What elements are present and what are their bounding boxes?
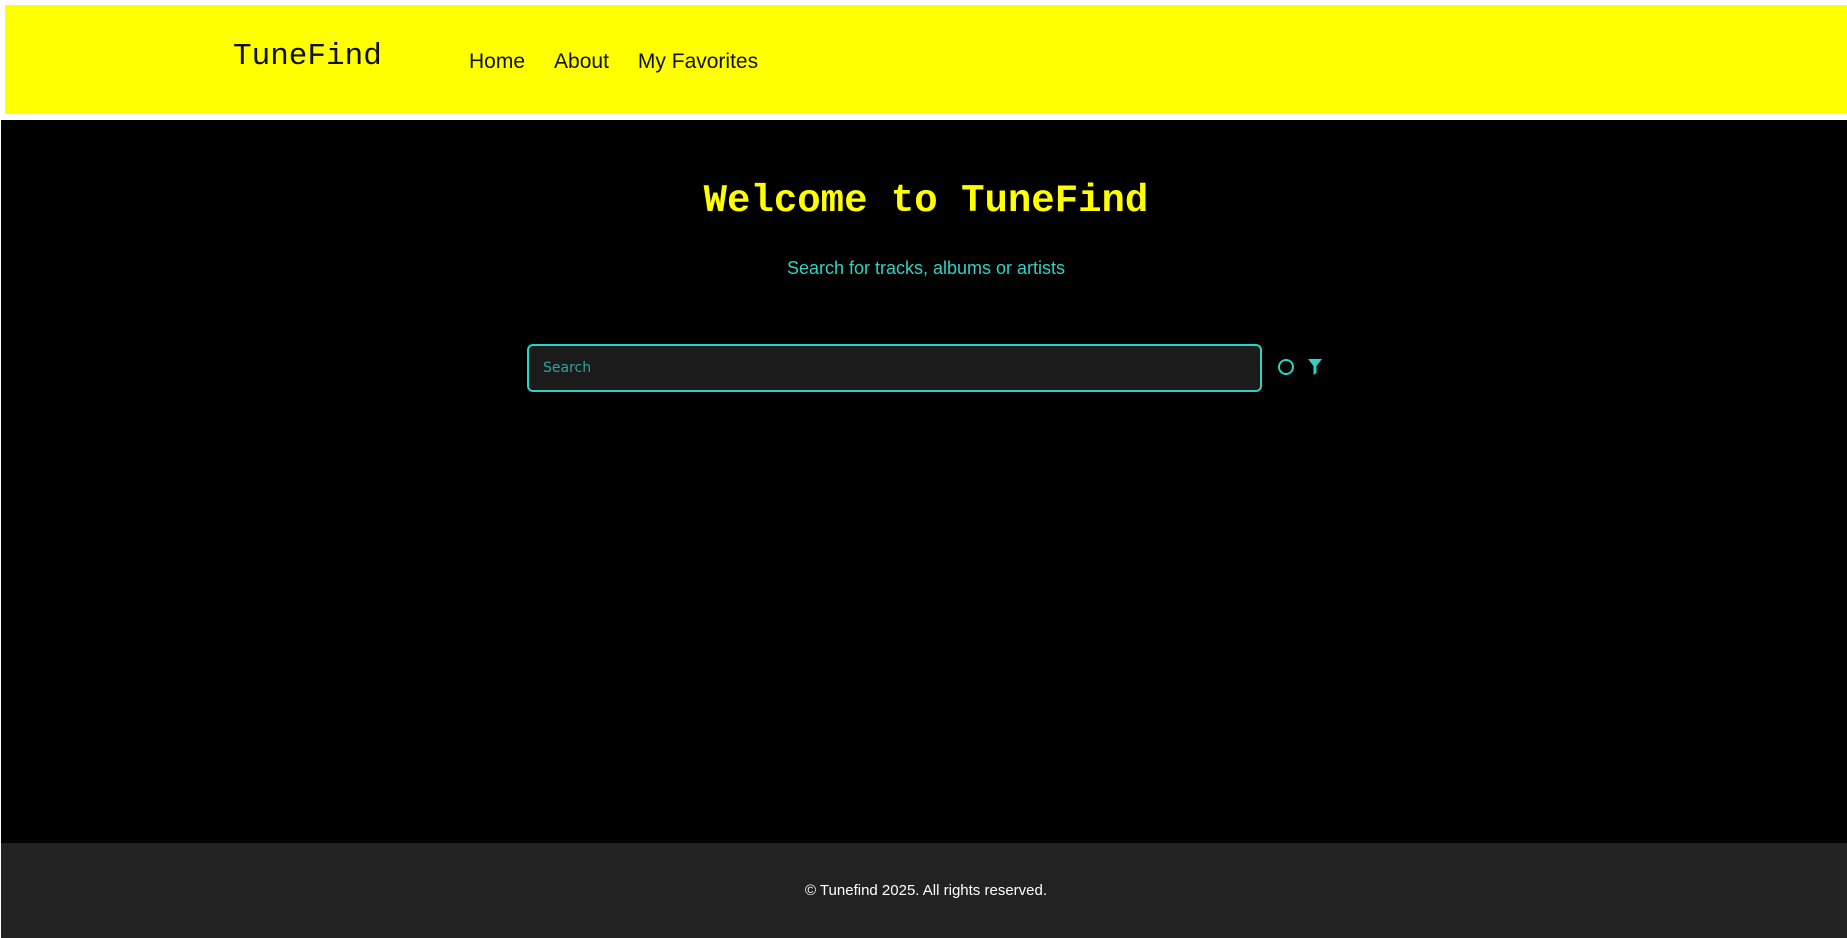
nav-about-link[interactable]: About [554, 49, 609, 74]
nav-home-link[interactable]: Home [469, 49, 525, 74]
main-nav: Home About My Favorites [469, 49, 758, 74]
header-bar: TuneFind Home About My Favorites [5, 5, 1847, 114]
filter-icon[interactable] [1307, 358, 1323, 376]
footer: © Tunefind 2025. All rights reserved. [1, 843, 1847, 938]
page-subtitle: Search for tracks, albums or artists [786, 258, 1066, 278]
nav-favorites-link[interactable]: My Favorites [638, 49, 758, 74]
header: TuneFind Home About My Favorites [0, 0, 1847, 120]
footer-copyright: © Tunefind 2025. All rights reserved. [804, 882, 1048, 899]
search-input[interactable] [527, 344, 1262, 392]
main-content: Welcome to TuneFind Search for tracks, a… [1, 120, 1847, 843]
site-logo[interactable]: TuneFind [233, 41, 382, 72]
page-title: Welcome to TuneFind [703, 179, 1149, 223]
loading-spinner-icon [1278, 359, 1294, 375]
page: TuneFind Home About My Favorites Welcome… [0, 0, 1847, 938]
